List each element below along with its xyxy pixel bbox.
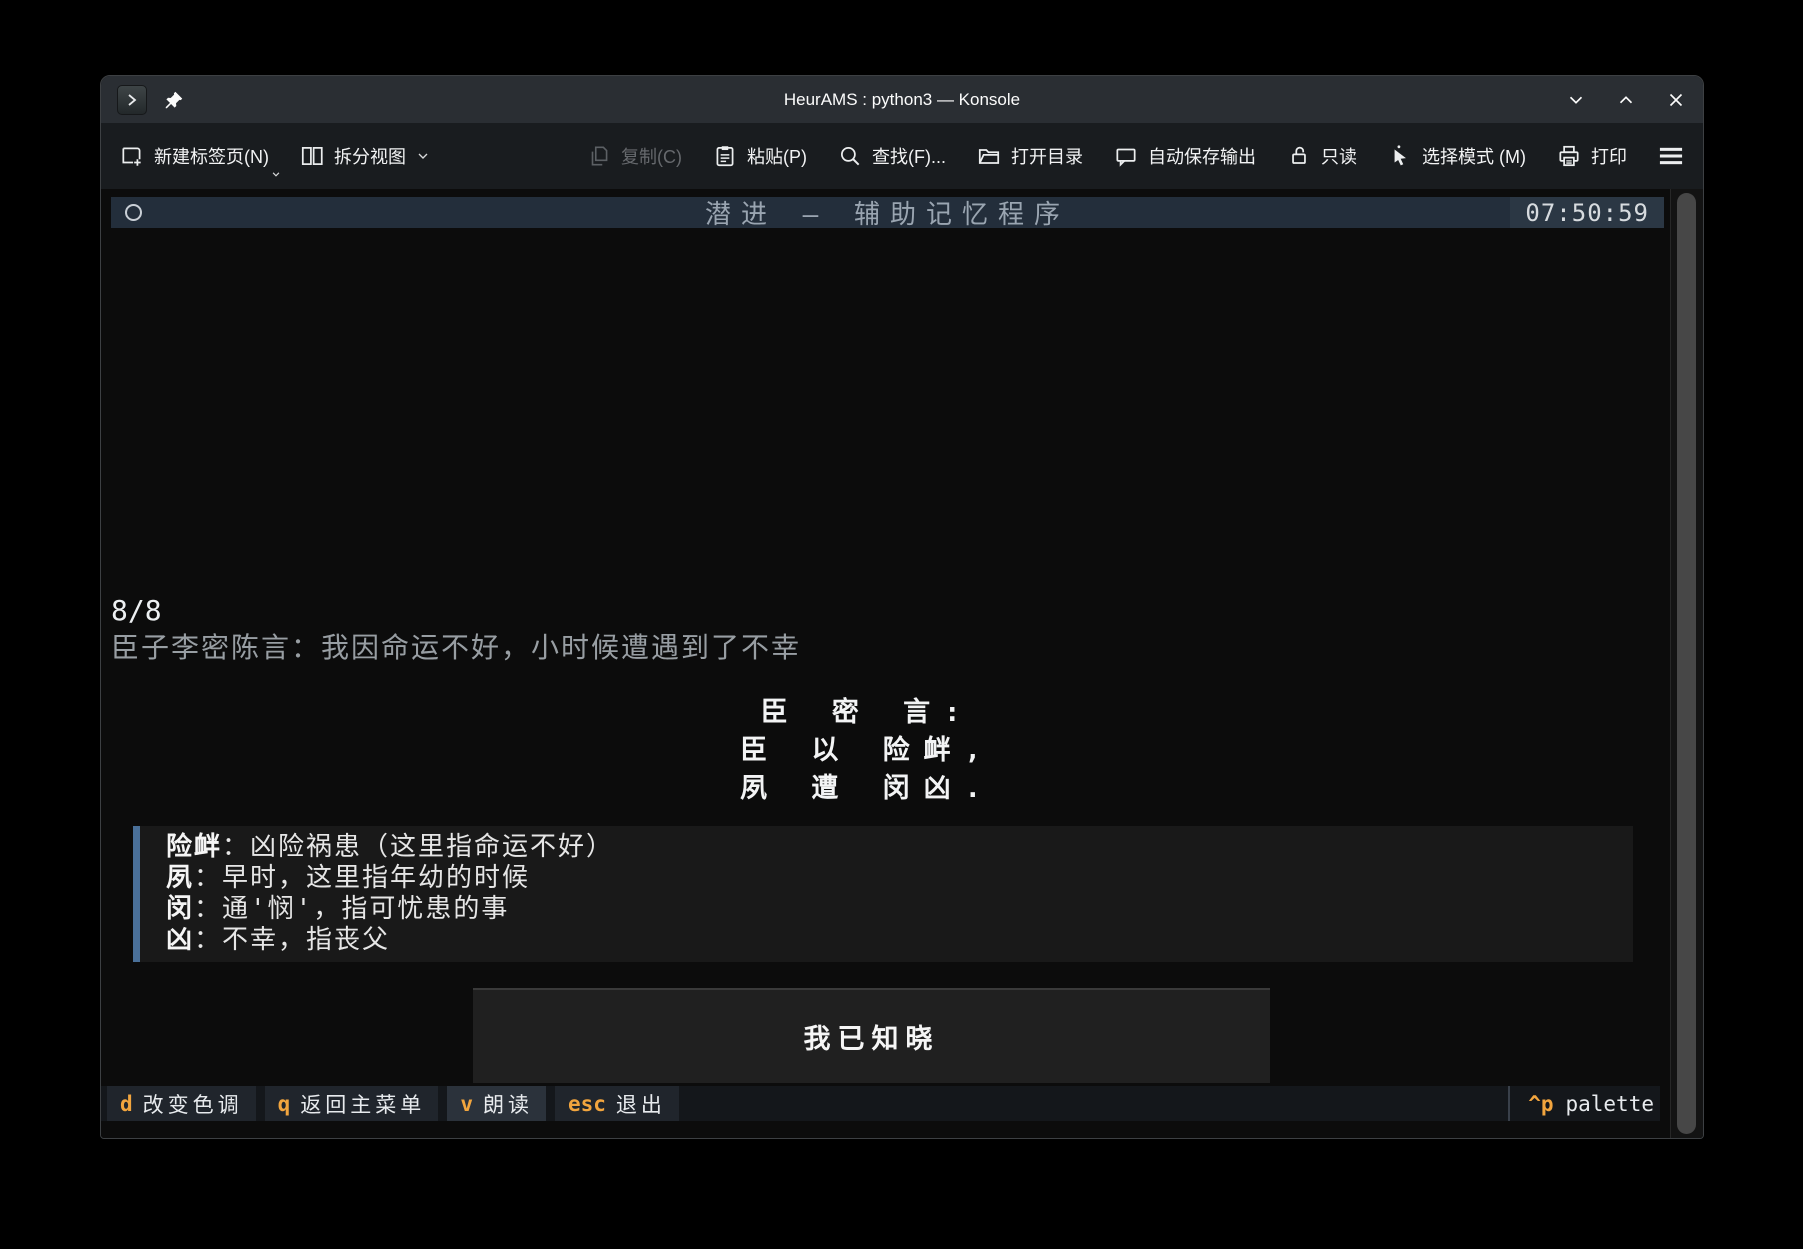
print-button[interactable]: 打印 bbox=[1556, 143, 1627, 169]
konsole-app-icon bbox=[117, 85, 147, 115]
keybinding-bar: d 改变色调 q 返回主菜单 v 朗读 esc 退出 ^p palette bbox=[101, 1086, 1660, 1121]
find-label: 查找(F)... bbox=[872, 143, 946, 169]
copy-label: 复制(C) bbox=[621, 143, 682, 169]
hint-change-theme[interactable]: d 改变色调 bbox=[107, 1086, 256, 1121]
titlebar: HeurAMS : python3 — Konsole bbox=[101, 76, 1703, 123]
chevron-down-icon[interactable] bbox=[269, 167, 283, 181]
annotation-line: 险衅：凶险祸患（这里指命运不好） bbox=[166, 832, 1623, 863]
pin-icon[interactable] bbox=[163, 89, 185, 111]
lock-open-icon bbox=[1286, 143, 1312, 169]
scrollbar-thumb[interactable] bbox=[1677, 193, 1696, 1134]
annotation-panel: 险衅：凶险祸患（这里指命运不好） 夙：早时，这里指年幼的时候 闵：通'悯'，指可… bbox=[133, 826, 1633, 962]
copy-icon bbox=[586, 143, 612, 169]
autosave-output-label: 自动保存输出 bbox=[1148, 143, 1256, 169]
poem-line: 臣 密 言: bbox=[111, 694, 1624, 732]
paste-label: 粘贴(P) bbox=[747, 143, 807, 169]
split-view-label: 拆分视图 bbox=[334, 143, 406, 169]
read-only-label: 只读 bbox=[1321, 143, 1357, 169]
window-title: HeurAMS : python3 — Konsole bbox=[101, 90, 1703, 110]
select-mode-label: 选择模式 (M) bbox=[1422, 143, 1526, 169]
open-directory-button[interactable]: 打开目录 bbox=[976, 143, 1083, 169]
split-view-icon bbox=[299, 143, 325, 169]
printer-icon bbox=[1556, 143, 1582, 169]
acknowledge-button[interactable]: 我已知晓 bbox=[473, 988, 1270, 1083]
scrollbar[interactable] bbox=[1670, 189, 1703, 1138]
hint-read-aloud[interactable]: v 朗读 bbox=[447, 1086, 546, 1121]
poem-line: 夙 遭 闵凶. bbox=[111, 770, 1624, 808]
autosave-output-button[interactable]: 自动保存输出 bbox=[1113, 143, 1256, 169]
maximize-button[interactable] bbox=[1615, 89, 1637, 111]
toolbar: 新建标签页(N) 拆分视图 复制(C) bbox=[101, 123, 1703, 189]
annotation-line: 凶：不幸，指丧父 bbox=[166, 925, 1623, 956]
paste-icon bbox=[712, 143, 738, 169]
close-button[interactable] bbox=[1665, 89, 1687, 111]
konsole-window: HeurAMS : python3 — Konsole 新建标签页(N) bbox=[100, 75, 1704, 1139]
autosave-output-icon bbox=[1113, 143, 1139, 169]
annotation-line: 闵：通'悯'，指可忧患的事 bbox=[166, 894, 1623, 925]
tab-new-icon bbox=[119, 143, 145, 169]
hint-exit[interactable]: esc 退出 bbox=[555, 1086, 679, 1121]
new-tab-button[interactable]: 新建标签页(N) bbox=[119, 143, 269, 169]
annotation-line: 夙：早时，这里指年幼的时候 bbox=[166, 863, 1623, 894]
select-mode-button[interactable]: 选择模式 (M) bbox=[1387, 143, 1526, 169]
copy-button: 复制(C) bbox=[586, 143, 682, 169]
terminal-view[interactable]: 潜进 – 辅助记忆程序 07:50:59 8/8 臣子李密陈言：我因命运不好，小… bbox=[101, 189, 1703, 1138]
split-view-button[interactable]: 拆分视图 bbox=[299, 143, 431, 169]
poem-line: 臣 以 险衅, bbox=[111, 732, 1624, 770]
tui-app-title: 潜进 – 辅助记忆程序 bbox=[111, 194, 1664, 231]
hamburger-menu-icon bbox=[1657, 142, 1685, 170]
paste-button[interactable]: 粘贴(P) bbox=[712, 143, 807, 169]
tui-header: 潜进 – 辅助记忆程序 07:50:59 bbox=[111, 197, 1664, 228]
search-icon bbox=[837, 143, 863, 169]
read-only-button[interactable]: 只读 bbox=[1286, 143, 1357, 169]
new-tab-label: 新建标签页(N) bbox=[154, 143, 269, 169]
hint-palette[interactable]: ^p palette bbox=[1508, 1086, 1660, 1121]
minimize-button[interactable] bbox=[1565, 89, 1587, 111]
folder-open-icon bbox=[976, 143, 1002, 169]
print-label: 打印 bbox=[1591, 143, 1627, 169]
progress-counter: 8/8 bbox=[111, 594, 1670, 628]
translation-line: 臣子李密陈言：我因命运不好，小时候遭遇到了不幸 bbox=[111, 628, 1670, 668]
poem-block: 臣 密 言: 臣 以 险衅, 夙 遭 闵凶. bbox=[111, 694, 1670, 808]
select-cursor-icon bbox=[1387, 143, 1413, 169]
open-directory-label: 打开目录 bbox=[1011, 143, 1083, 169]
chevron-down-icon bbox=[415, 148, 431, 164]
find-button[interactable]: 查找(F)... bbox=[837, 143, 946, 169]
menu-button[interactable] bbox=[1657, 142, 1685, 170]
hint-main-menu[interactable]: q 返回主菜单 bbox=[265, 1086, 439, 1121]
tui-clock: 07:50:59 bbox=[1510, 197, 1664, 228]
